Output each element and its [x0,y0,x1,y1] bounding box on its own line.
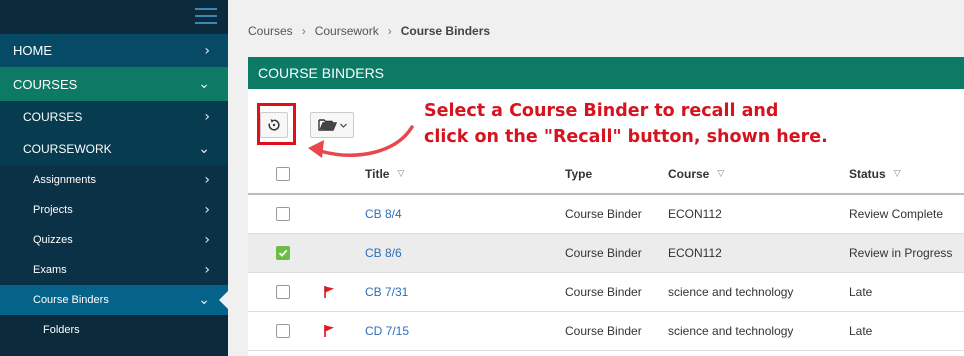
breadcrumb-courses[interactable]: Courses [248,24,293,38]
binder-status: Late [849,324,873,338]
chevron-right-icon: › [204,262,210,278]
sort-icon[interactable]: ▽ [717,169,724,179]
flag-icon [324,325,334,337]
sidebar-item-folders[interactable]: Folders [0,315,228,345]
binder-type: Course Binder [565,285,642,299]
sidebar-item-label: Projects [33,204,73,216]
sidebar-item-label: COURSES [13,76,78,92]
annotation-line-2: click on the "Recall" button, shown here… [424,127,828,147]
binder-type: Course Binder [565,207,642,221]
sidebar-item-label: HOME [13,43,52,58]
row-checkbox[interactable] [276,324,290,338]
column-header-course[interactable]: Course ▽ [668,155,724,193]
column-header-label: Course [668,167,710,181]
hamburger-menu-icon[interactable] [195,8,217,24]
chevron-right-icon: › [204,202,210,218]
column-header-label: Type [565,167,593,181]
row-checkbox-cell [276,195,290,233]
breadcrumb-separator: › [301,24,306,38]
chevron-right-icon: › [204,232,210,248]
sidebar: HOME › COURSES ⌄ COURSES › COURSEWORK ⌄ … [0,0,228,356]
sort-icon[interactable]: ▽ [397,169,404,179]
table-row[interactable]: CB 8/6 Course Binder ECON112 Review in P… [248,234,964,273]
sidebar-item-quizzes[interactable]: Quizzes › [0,225,228,255]
column-header-title[interactable]: Title ▽ [365,155,404,193]
sidebar-item-coursework[interactable]: COURSEWORK ⌄ [0,133,228,165]
binder-course: science and technology [668,285,794,299]
sidebar-item-label: Exams [33,264,67,276]
sidebar-item-home[interactable]: HOME › [0,33,228,67]
binder-title-link[interactable]: CD 7/15 [365,312,409,350]
row-checkbox-cell [276,273,290,311]
flag-icon [324,286,334,298]
binder-course: ECON112 [668,207,722,221]
chevron-down-icon: ⌄ [198,76,210,92]
row-checkbox-cell [276,234,290,272]
binder-type: Course Binder [565,324,642,338]
binder-type: Course Binder [565,246,642,260]
sidebar-item-label: COURSES [23,110,83,124]
annotation-line-1: Select a Course Binder to recall and [424,101,779,121]
table-row[interactable]: CD 7/15 Course Binder science and techno… [248,312,964,351]
binder-course: science and technology [668,324,794,338]
row-checkbox-cell [276,312,290,350]
chevron-right-icon: › [204,42,210,59]
row-checkbox[interactable] [276,246,290,260]
sidebar-item-assignments[interactable]: Assignments › [0,165,228,195]
recall-button-highlight [257,103,296,145]
chevron-down-icon: ⌄ [198,292,210,308]
sidebar-item-courses-section[interactable]: COURSES ⌄ [0,67,228,101]
sidebar-item-label: COURSEWORK [23,142,112,156]
sidebar-item-exams[interactable]: Exams › [0,255,228,285]
flag-cell [323,273,335,311]
breadcrumb-coursework[interactable]: Coursework [315,24,379,38]
sidebar-item-label: Course Binders [33,294,109,306]
course-binders-table: Title ▽ Type Course ▽ Status ▽ CB 8/4 Cours… [248,155,964,351]
active-indicator [219,291,228,309]
chevron-down-icon: ⌄ [198,141,210,157]
checkmark-icon [278,249,288,257]
sort-icon[interactable]: ▽ [894,169,901,179]
sidebar-top-bar [0,0,228,33]
main-content: Courses › Coursework › Course Binders CO… [228,0,964,356]
binder-title-link[interactable]: CB 7/31 [365,273,408,311]
flag-cell [323,312,335,350]
sidebar-item-label: Folders [43,324,80,336]
select-all-cell [276,155,290,193]
column-header-type: Type [565,155,592,193]
breadcrumb-current: Course Binders [400,24,491,38]
breadcrumb: Courses › Coursework › Course Binders [248,24,490,38]
binder-status: Review Complete [849,207,944,221]
select-all-checkbox[interactable] [276,167,290,181]
course-binders-panel: COURSE BINDERS Select a Course Binder to… [248,57,964,356]
row-checkbox[interactable] [276,207,290,221]
panel-title: COURSE BINDERS [248,57,964,89]
binder-course: ECON112 [668,246,722,260]
column-header-status[interactable]: Status ▽ [849,155,901,193]
table-row[interactable]: CB 8/4 Course Binder ECON112 Review Comp… [248,195,964,234]
binder-title-link[interactable]: CB 8/4 [365,195,402,233]
binder-status: Late [849,285,873,299]
table-row[interactable]: CB 7/31 Course Binder science and techno… [248,273,964,312]
sidebar-item-projects[interactable]: Projects › [0,195,228,225]
sidebar-item-course-binders[interactable]: Course Binders ⌄ [0,285,228,315]
instruction-annotation: Select a Course Binder to recall and cli… [424,98,828,150]
binder-title-link[interactable]: CB 8/6 [365,234,402,272]
breadcrumb-separator: › [387,24,392,38]
row-checkbox[interactable] [276,285,290,299]
chevron-right-icon: › [204,109,210,125]
table-header-row: Title ▽ Type Course ▽ Status ▽ [248,155,964,195]
sidebar-item-label: Assignments [33,174,96,186]
chevron-right-icon: › [204,172,210,188]
binder-status: Review in Progress [849,246,953,260]
sidebar-item-label: Quizzes [33,234,73,246]
sidebar-item-courses[interactable]: COURSES › [0,101,228,133]
column-header-label: Title [365,167,390,181]
column-header-label: Status [849,167,886,181]
